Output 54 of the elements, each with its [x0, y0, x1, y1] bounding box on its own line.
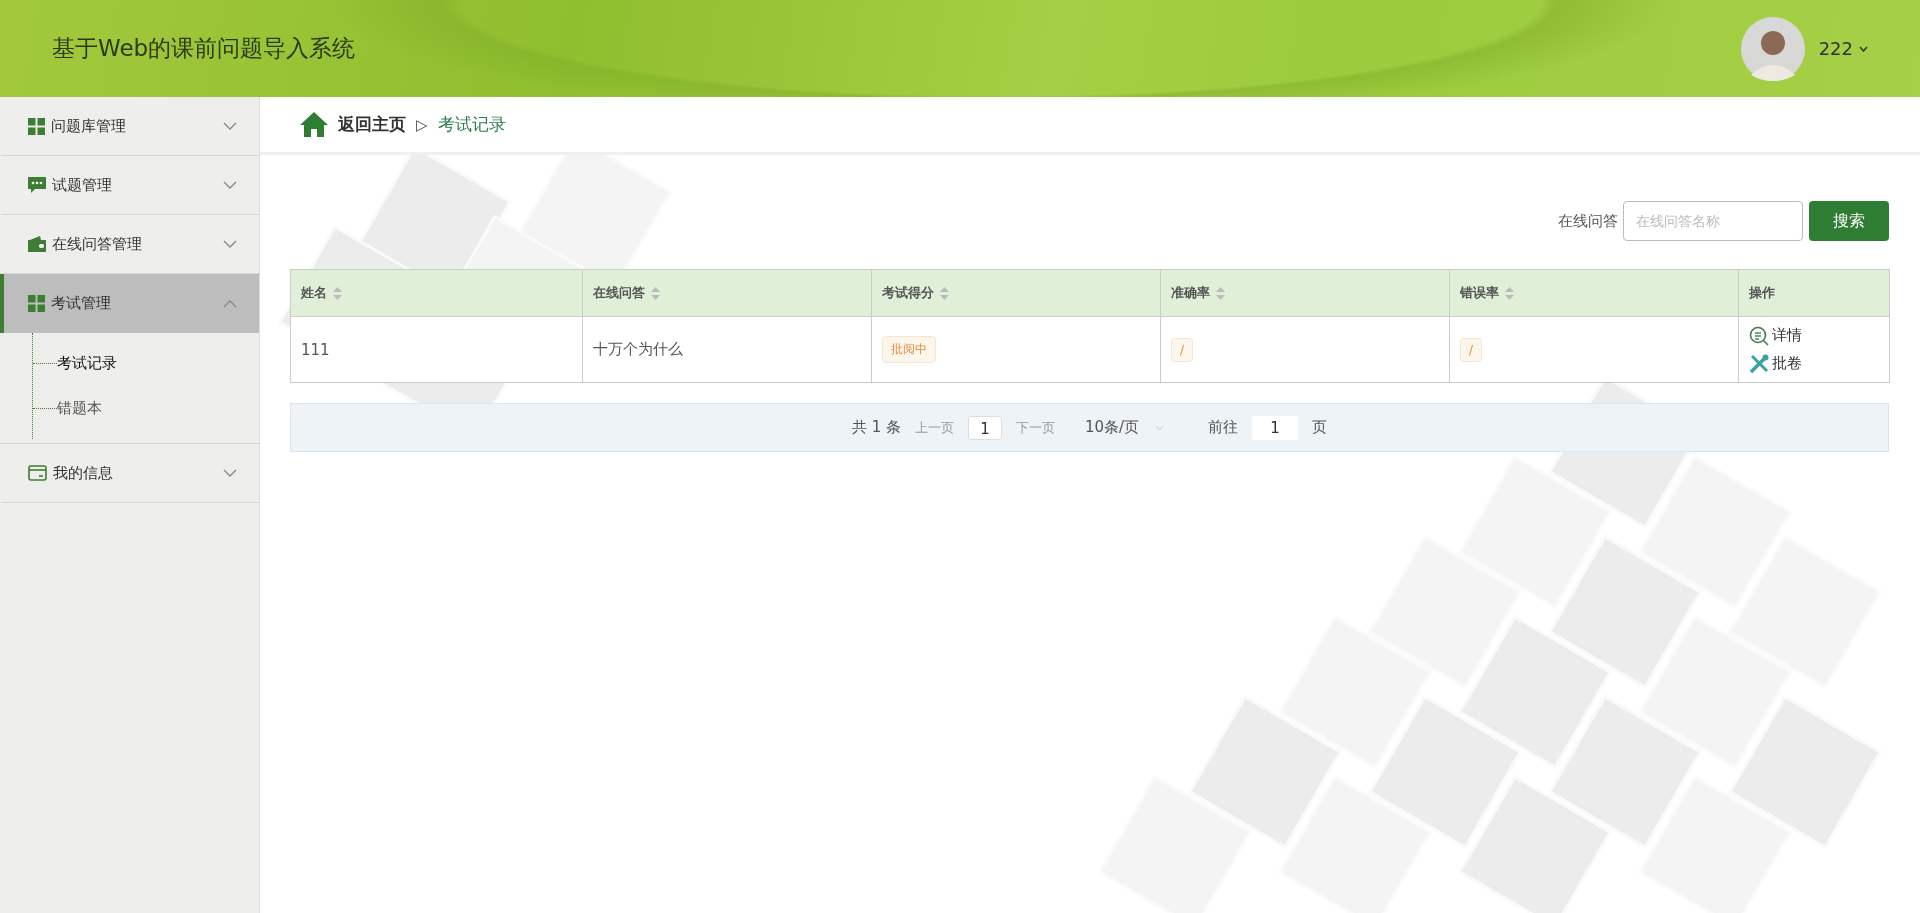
caret-icon[interactable] — [1859, 45, 1868, 52]
status-tag: / — [1460, 337, 1483, 362]
chevron-down-icon — [223, 181, 237, 189]
table-cell: 十万个为什么 — [582, 316, 872, 383]
status-tag: / — [1171, 337, 1194, 362]
grid-icon — [28, 295, 45, 312]
table-cell: 111 — [290, 316, 583, 383]
chevron-up-icon — [223, 299, 237, 308]
submenu-item[interactable]: 错题本 — [33, 386, 259, 431]
column-header[interactable]: 考试得分 — [871, 269, 1161, 317]
action-link[interactable]: 批卷 — [1749, 349, 1879, 378]
total-count: 共 1 条 — [851, 418, 901, 437]
search-icon — [1749, 325, 1769, 346]
home-icon[interactable] — [300, 112, 328, 137]
chevron-down-icon — [223, 240, 237, 248]
home-link[interactable]: 返回主页 — [338, 113, 406, 136]
search-field[interactable]: 在线问答名称 — [1623, 201, 1803, 241]
status-tag: 批阅中 — [882, 336, 936, 363]
sort-icon[interactable] — [333, 287, 342, 300]
menu-item[interactable]: 问题库管理 — [0, 97, 259, 156]
page-number[interactable]: 1 — [967, 415, 1002, 440]
chevron-down-icon[interactable] — [1155, 424, 1165, 431]
search-button[interactable]: 搜索 — [1809, 201, 1889, 241]
menu-item[interactable]: 试题管理 — [0, 156, 259, 215]
sort-icon[interactable] — [940, 287, 949, 300]
column-header[interactable]: 在线问答 — [582, 269, 872, 317]
app-title: 基于Web的课前问题导入系统 — [52, 34, 356, 63]
current-page: 考试记录 — [437, 113, 506, 136]
goto-label: 前往 — [1208, 418, 1239, 437]
card-icon — [28, 465, 47, 481]
menu-item[interactable]: 考试管理 — [0, 274, 259, 333]
grid-icon — [28, 117, 45, 135]
page-size-select[interactable]: 10条/页 — [1084, 418, 1140, 437]
chevron-down-icon — [223, 469, 237, 477]
tools-icon — [1749, 353, 1769, 374]
chevron-down-icon — [223, 122, 237, 130]
wallet-icon — [28, 236, 46, 252]
page-suffix: 页 — [1312, 418, 1328, 437]
chat-icon — [28, 176, 46, 194]
separator: ▷ — [416, 115, 428, 134]
column-header[interactable]: 准确率 — [1160, 269, 1450, 317]
avatar[interactable] — [1740, 16, 1805, 81]
user-name[interactable]: 222 — [1818, 38, 1853, 59]
sort-icon[interactable] — [1216, 287, 1225, 300]
goto-field[interactable]: 1 — [1252, 415, 1299, 440]
menu-item[interactable]: 我的信息 — [0, 444, 259, 503]
submenu-item[interactable]: 考试记录 — [33, 341, 259, 386]
sort-icon[interactable] — [651, 287, 660, 300]
column-header[interactable]: 姓名 — [290, 269, 583, 317]
column-header[interactable]: 错误率 — [1449, 269, 1739, 317]
column-header[interactable]: 操作 — [1738, 269, 1890, 317]
search-label: 在线问答 — [1558, 211, 1618, 231]
sort-icon[interactable] — [1505, 287, 1514, 300]
action-link[interactable]: 详情 — [1749, 321, 1879, 350]
